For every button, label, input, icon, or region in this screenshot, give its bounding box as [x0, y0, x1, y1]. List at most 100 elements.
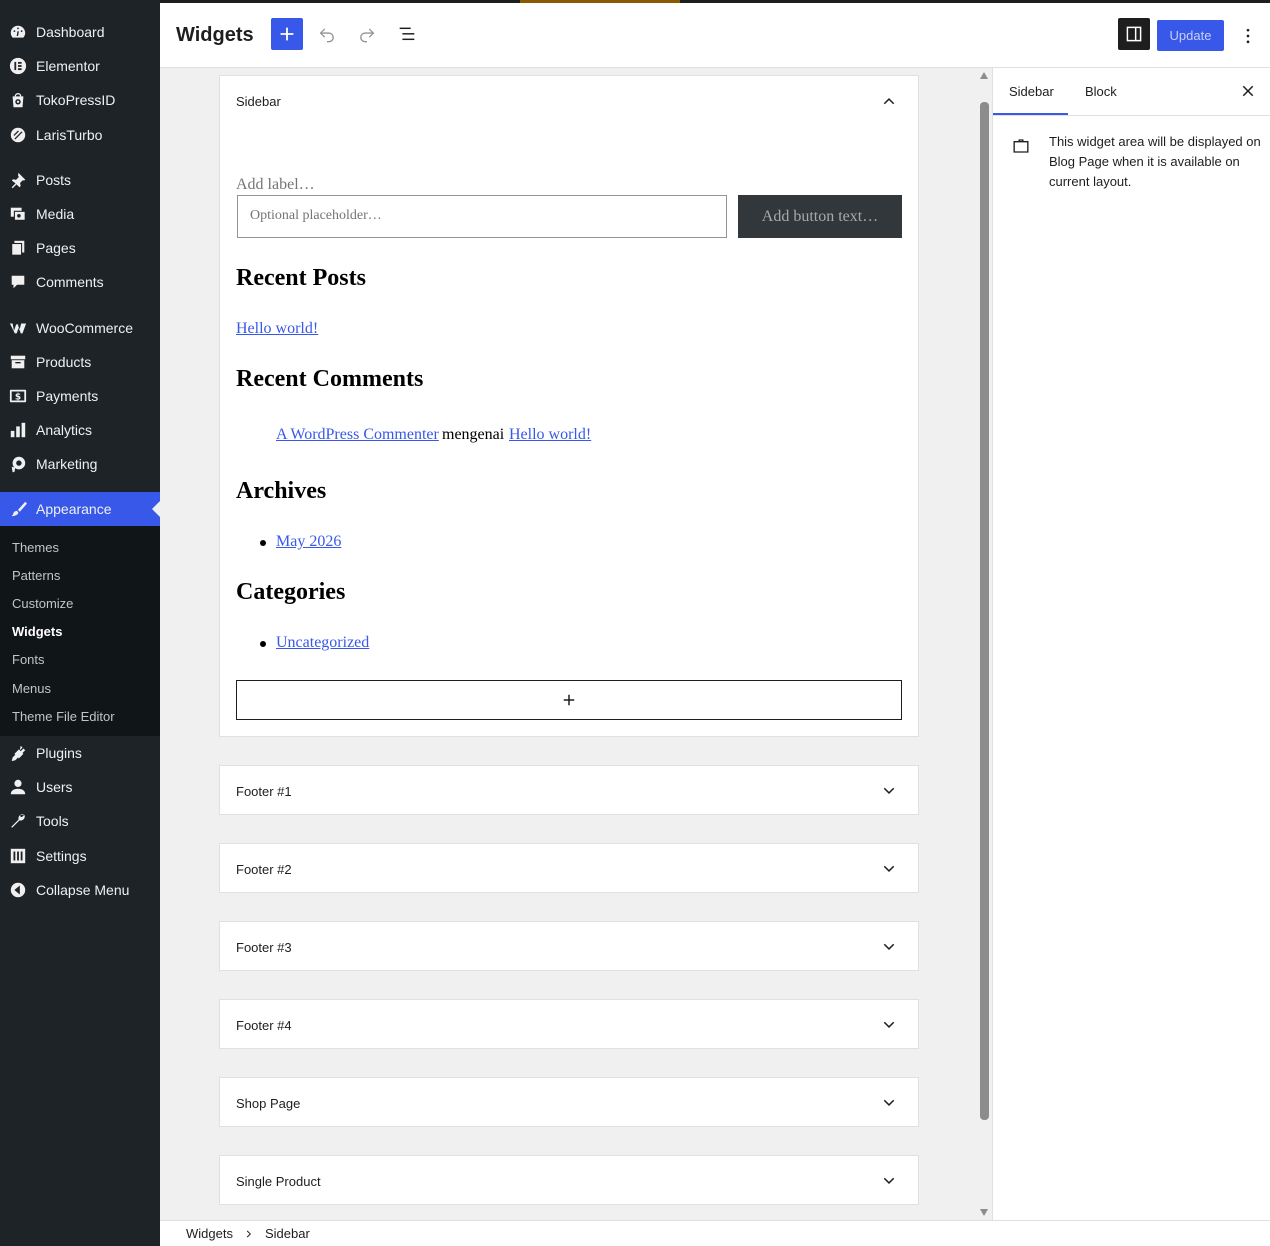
tabs-divider: [993, 115, 1270, 116]
menu-media[interactable]: Media: [0, 197, 160, 231]
expand-toggle[interactable]: [880, 1016, 898, 1034]
menu-appearance[interactable]: Appearance: [0, 492, 160, 526]
submenu-themes[interactable]: Themes: [12, 540, 59, 555]
category-link[interactable]: Uncategorized: [276, 634, 369, 652]
submenu-menus[interactable]: Menus: [12, 681, 51, 696]
svg-text:$: $: [15, 393, 21, 403]
search-input[interactable]: Optional placeholder…: [237, 195, 727, 238]
close-settings-button[interactable]: [1239, 82, 1257, 100]
widget-area-title[interactable]: Sidebar: [236, 94, 281, 109]
menu-products-label: Products: [36, 354, 92, 370]
list-view-button[interactable]: [391, 18, 423, 50]
widget-area-footer-4[interactable]: Footer #4: [219, 999, 919, 1049]
settings-toggle-button[interactable]: [1118, 18, 1150, 50]
widget-area-title: Shop Page: [236, 1096, 301, 1111]
close-icon: [1242, 85, 1254, 97]
submenu-widgets[interactable]: Widgets: [12, 624, 62, 639]
menu-elementor[interactable]: Elementor: [0, 49, 160, 83]
comment-connector: mengenai: [442, 426, 505, 443]
menu-payments[interactable]: $ Payments: [0, 379, 160, 413]
breadcrumb-widgets[interactable]: Widgets: [186, 1226, 233, 1241]
chevron-right-icon: [243, 1228, 255, 1240]
list-bullet: [260, 641, 266, 647]
archives-heading: Archives: [236, 478, 327, 504]
settings-icon: [8, 846, 28, 866]
block-appender-button[interactable]: [236, 680, 902, 720]
sidebar-panel-icon: [1126, 26, 1142, 42]
expand-toggle[interactable]: [880, 938, 898, 956]
breadcrumb-sidebar[interactable]: Sidebar: [265, 1226, 310, 1241]
archive-icon: [8, 352, 28, 372]
menu-plugins[interactable]: Plugins: [0, 736, 160, 770]
menu-laristurbo[interactable]: LarisTurbo: [0, 118, 160, 152]
expand-toggle[interactable]: [880, 860, 898, 878]
menu-collapse-label: Collapse Menu: [36, 882, 130, 898]
loading-indicator: [520, 0, 680, 3]
redo-button[interactable]: [351, 18, 383, 50]
menu-posts[interactable]: Posts: [0, 163, 160, 197]
menu-analytics[interactable]: Analytics: [0, 413, 160, 447]
dollar-icon: $: [8, 386, 28, 406]
scroll-thumb[interactable]: [980, 102, 989, 1120]
tokopress-icon: [8, 90, 28, 110]
pages-icon: [8, 238, 28, 258]
menu-tokopressid-label: TokoPressID: [36, 92, 116, 108]
search-button[interactable]: Add button text…: [738, 195, 902, 238]
expand-toggle[interactable]: [880, 1172, 898, 1190]
widget-area-footer-3[interactable]: Footer #3: [219, 921, 919, 971]
menu-collapse[interactable]: Collapse Menu: [0, 873, 160, 907]
tab-block[interactable]: Block: [1085, 68, 1117, 115]
add-block-button[interactable]: [271, 18, 303, 50]
comment-post-link[interactable]: Hello world!: [509, 426, 591, 444]
chevron-down-icon: [883, 787, 895, 794]
menu-woocommerce-label: WooCommerce: [36, 320, 133, 336]
page-title: Widgets: [176, 24, 254, 46]
expand-toggle[interactable]: [880, 782, 898, 800]
scroll-up-arrow-icon[interactable]: [980, 72, 988, 79]
elementor-icon: [8, 56, 28, 76]
scroll-down-arrow-icon[interactable]: [980, 1209, 988, 1216]
list-view-icon: [399, 27, 415, 41]
submenu-customize[interactable]: Customize: [12, 596, 73, 611]
settings-sidebar: Sidebar Block This widget area will be d…: [992, 68, 1270, 1220]
menu-woocommerce[interactable]: WooCommerce: [0, 311, 160, 345]
menu-settings[interactable]: Settings: [0, 839, 160, 873]
comment-author-link[interactable]: A WordPress Commenter: [276, 426, 439, 444]
collapse-toggle[interactable]: [880, 92, 898, 110]
menu-marketing[interactable]: Marketing: [0, 447, 160, 481]
brush-icon: [8, 499, 28, 519]
widget-area-footer-2[interactable]: Footer #2: [219, 843, 919, 893]
menu-products[interactable]: Products: [0, 345, 160, 379]
menu-posts-label: Posts: [36, 172, 72, 188]
menu-tokopressid[interactable]: TokoPressID: [0, 83, 160, 117]
widget-area-shop-page[interactable]: Shop Page: [219, 1077, 919, 1127]
undo-button[interactable]: [311, 18, 343, 50]
update-button[interactable]: Update: [1157, 20, 1224, 51]
canvas-scrollbar[interactable]: [977, 68, 992, 1220]
menu-users-label: Users: [36, 779, 73, 795]
menu-appearance-label: Appearance: [36, 501, 112, 517]
tab-sidebar[interactable]: Sidebar: [1009, 68, 1054, 115]
archive-link[interactable]: May 2026: [276, 533, 341, 551]
appearance-submenu: Themes Patterns Customize Widgets Fonts …: [0, 526, 160, 736]
redo-icon: [360, 28, 375, 43]
more-options-button[interactable]: [1234, 22, 1262, 50]
search-label[interactable]: Add label…: [236, 176, 315, 194]
submenu-theme-file-editor[interactable]: Theme File Editor: [12, 709, 115, 724]
menu-payments-label: Payments: [36, 388, 99, 404]
menu-pages[interactable]: Pages: [0, 231, 160, 265]
menu-comments[interactable]: Comments: [0, 265, 160, 299]
menu-users[interactable]: Users: [0, 770, 160, 804]
recent-post-link[interactable]: Hello world!: [236, 320, 318, 338]
menu-dashboard[interactable]: Dashboard: [0, 15, 160, 49]
submenu-patterns[interactable]: Patterns: [12, 568, 60, 583]
expand-toggle[interactable]: [880, 1094, 898, 1112]
widget-area-footer-1[interactable]: Footer #1: [219, 765, 919, 815]
more-vertical-icon: [1246, 28, 1250, 44]
submenu-fonts[interactable]: Fonts: [12, 652, 45, 667]
menu-tools[interactable]: Tools: [0, 804, 160, 838]
menu-media-label: Media: [36, 206, 75, 222]
menu-elementor-label: Elementor: [36, 58, 100, 74]
widget-area-single-product[interactable]: Single Product: [219, 1155, 919, 1205]
admin-menu: Dashboard Elementor TokoPressID LarisTur…: [0, 0, 160, 1246]
